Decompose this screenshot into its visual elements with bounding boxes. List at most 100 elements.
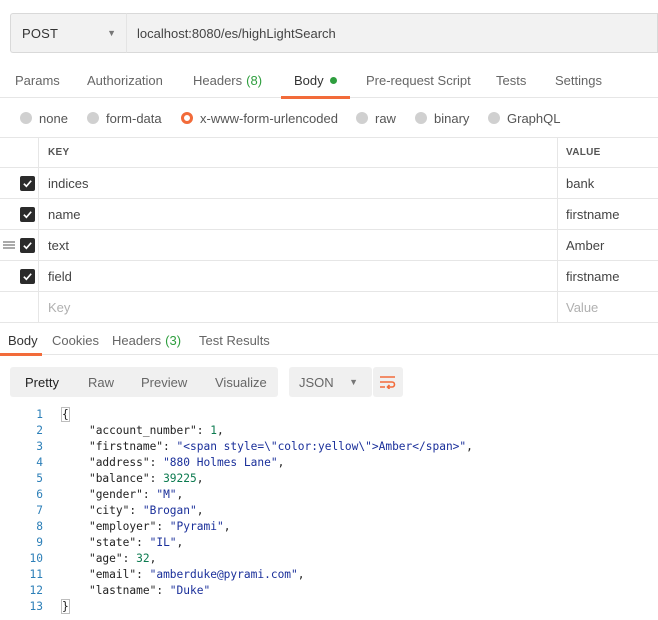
radio-binary[interactable]: binary	[415, 111, 469, 126]
tab-label: Authorization	[87, 72, 163, 88]
value-cell[interactable]: bank	[557, 168, 658, 198]
tab-label: Settings	[555, 72, 602, 88]
tab-label: Headers	[112, 332, 162, 348]
drag-handle-icon[interactable]	[3, 239, 15, 251]
code-line: 7 "city": "Brogan",	[0, 503, 658, 519]
tab-pre-request-script[interactable]: Pre-request Script	[366, 62, 471, 98]
response-tabs: Body Cookies Headers (3) Test Results	[0, 325, 658, 356]
tab-label: Cookies	[52, 332, 99, 348]
json-key: "balance"	[88, 472, 150, 485]
tab-label: Body	[294, 72, 324, 88]
response-body-code[interactable]: 1{2 "account_number": 1, 3 "firstname": "…	[0, 407, 658, 615]
view-visualize-button[interactable]: Visualize	[215, 367, 267, 397]
radio-circle	[415, 112, 427, 124]
radio-raw[interactable]: raw	[356, 111, 396, 126]
radio-circle	[488, 112, 500, 124]
headers-count-badge: (3)	[165, 332, 182, 348]
line-content: "email": "amberduke@pyrami.com",	[88, 568, 305, 581]
radio-form-data[interactable]: form-data	[87, 111, 162, 126]
new-value-input[interactable]: Value	[557, 292, 658, 322]
json-key: "gender"	[88, 488, 143, 501]
code-line: 3 "firstname": "<span style=\"color:yell…	[0, 439, 658, 455]
chevron-down-icon: ▼	[107, 28, 116, 38]
key-column-header: KEY	[38, 138, 557, 167]
tab-params[interactable]: Params	[15, 62, 60, 98]
json-brace: {	[61, 407, 70, 422]
key-cell[interactable]: field	[38, 261, 557, 291]
wrap-lines-button[interactable]	[373, 367, 403, 397]
json-comma: ,	[196, 504, 204, 517]
tab-tests[interactable]: Tests	[496, 62, 526, 98]
line-content: "age": 32,	[88, 552, 157, 565]
table-row: field firstname	[0, 261, 658, 292]
response-tab-body[interactable]: Body	[0, 325, 42, 356]
tab-label: Params	[15, 72, 60, 88]
response-tab-cookies[interactable]: Cookies	[52, 325, 99, 355]
json-key: "city"	[88, 504, 130, 517]
request-bar: POST ▼ localhost:8080/es/highLightSearch	[10, 13, 658, 53]
radio-label: x-www-form-urlencoded	[200, 110, 338, 126]
method-label: POST	[22, 25, 59, 41]
code-line: 6 "gender": "M",	[0, 487, 658, 503]
line-number: 12	[29, 584, 43, 597]
key-cell[interactable]: text	[38, 230, 557, 260]
radio-none[interactable]: none	[20, 111, 68, 126]
json-comma: ,	[223, 520, 231, 533]
format-label: JSON	[299, 374, 334, 390]
line-number: 5	[36, 472, 43, 485]
radio-label: form-data	[106, 110, 162, 126]
tab-settings[interactable]: Settings	[555, 62, 602, 98]
row-enabled-checkbox[interactable]	[20, 269, 35, 284]
table-row: text Amber	[0, 230, 658, 261]
value-cell[interactable]: firstname	[557, 199, 658, 229]
tab-label: Tests	[496, 72, 527, 88]
code-line: 9 "state": "IL",	[0, 535, 658, 551]
code-line: 10 "age": 32,	[0, 551, 658, 567]
response-tab-test-results[interactable]: Test Results	[199, 325, 270, 355]
url-input[interactable]: localhost:8080/es/highLightSearch	[126, 13, 658, 53]
json-comma: ,	[176, 536, 184, 549]
view-preview-button[interactable]: Preview	[141, 367, 187, 397]
check-icon	[23, 180, 32, 188]
tab-label: Headers	[193, 72, 243, 88]
new-row: Key Value	[0, 292, 658, 323]
key-cell[interactable]: name	[38, 199, 557, 229]
json-comma: ,	[149, 552, 157, 565]
wrap-lines-icon	[380, 376, 396, 389]
radio-graphql[interactable]: GraphQL	[488, 111, 560, 126]
view-raw-button[interactable]: Raw	[88, 367, 114, 397]
line-number: 10	[29, 552, 43, 565]
response-toolbar: Pretty Raw Preview Visualize JSON ▼	[10, 367, 403, 397]
table-row: name firstname	[0, 199, 658, 230]
key-cell[interactable]: indices	[38, 168, 557, 198]
line-number: 2	[36, 424, 43, 437]
json-comma: ,	[176, 488, 184, 501]
value-cell[interactable]: Amber	[557, 230, 658, 260]
code-line: 4 "address": "880 Holmes Lane",	[0, 455, 658, 471]
tab-headers[interactable]: Headers (8)	[193, 62, 262, 98]
radio-label: binary	[434, 110, 470, 126]
row-enabled-checkbox[interactable]	[20, 176, 35, 191]
code-line: 8 "employer": "Pyrami",	[0, 519, 658, 535]
format-select[interactable]: JSON ▼	[289, 367, 372, 397]
body-indicator-dot	[329, 76, 337, 84]
radio-x-www-form-urlencoded[interactable]: x-www-form-urlencoded	[181, 111, 338, 126]
line-number: 9	[36, 536, 43, 549]
chevron-down-icon: ▼	[349, 377, 358, 387]
tab-body[interactable]: Body	[281, 62, 350, 99]
json-key: "address"	[88, 456, 150, 469]
json-brace: }	[61, 599, 70, 614]
json-key: "lastname"	[88, 584, 157, 597]
tab-authorization[interactable]: Authorization	[87, 62, 163, 98]
view-pretty-button[interactable]: Pretty	[25, 367, 59, 397]
row-enabled-checkbox[interactable]	[20, 207, 35, 222]
row-enabled-checkbox[interactable]	[20, 238, 35, 253]
value-cell[interactable]: firstname	[557, 261, 658, 291]
line-number: 6	[36, 488, 43, 501]
line-content: "city": "Brogan",	[88, 504, 204, 517]
code-line: 5 "balance": 39225,	[0, 471, 658, 487]
method-select[interactable]: POST ▼	[10, 13, 126, 53]
new-key-input[interactable]: Key	[38, 292, 557, 322]
response-tab-headers[interactable]: Headers (3)	[112, 325, 181, 355]
json-value: 1	[210, 424, 217, 437]
